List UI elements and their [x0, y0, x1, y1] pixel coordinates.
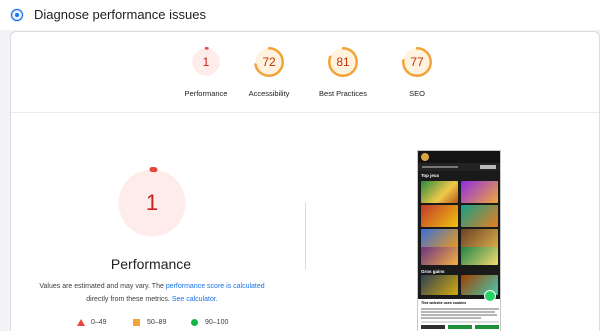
legend-label: 0–49	[91, 319, 107, 326]
gauge-score: 77	[410, 55, 424, 69]
cookie-text-line	[421, 314, 497, 316]
nav-button	[480, 165, 496, 169]
gauge-score: 81	[336, 55, 350, 69]
cookie-text-line	[421, 311, 495, 313]
game-tile	[421, 275, 458, 295]
gauge-seo[interactable]: 77 SEO	[372, 46, 462, 98]
game-tile	[421, 181, 458, 203]
site-header	[418, 151, 500, 163]
game-tile	[461, 247, 498, 265]
cookie-deny-button	[421, 325, 445, 329]
circle-icon	[191, 319, 198, 326]
section-header: Diagnose performance issues	[0, 0, 600, 30]
cookie-text-line	[421, 317, 481, 319]
square-icon	[133, 319, 140, 326]
game-tile	[461, 181, 498, 203]
site-nav	[418, 163, 500, 171]
gauge-label: SEO	[409, 89, 425, 98]
gauge-ring: 81	[327, 46, 359, 78]
nav-links	[422, 166, 458, 168]
gauge-ring: 1	[190, 46, 222, 78]
vertical-divider	[305, 202, 306, 270]
screenshot-heading: Gros gains	[421, 269, 445, 274]
screenshot-heading: Top jeux	[421, 173, 440, 178]
performance-score: 1	[145, 190, 159, 215]
section-title: Diagnose performance issues	[34, 7, 206, 22]
cookie-text-line	[421, 308, 499, 310]
triangle-icon	[77, 319, 85, 326]
section-divider	[11, 112, 599, 113]
score-gauges: 1 Performance 72 Accessibility 81 Best P…	[11, 32, 599, 112]
game-tile	[421, 205, 458, 227]
game-tile	[461, 205, 498, 227]
note-text: directly from these metrics.	[86, 295, 172, 303]
cookie-allow-selection-button	[448, 325, 472, 329]
game-tile	[421, 247, 458, 265]
final-screenshot[interactable]: Top jeux Gros gains This website uses co…	[417, 150, 501, 331]
gauge-score: 72	[262, 55, 276, 69]
site-logo-icon	[421, 153, 429, 161]
legend-label: 50–89	[147, 319, 167, 326]
legend-label: 90–100	[205, 319, 229, 326]
see-calculator-link[interactable]: See calculator.	[172, 296, 218, 303]
chat-icon	[484, 290, 496, 302]
note-text: Values are estimated and may vary. The	[39, 283, 166, 290]
gauge-score: 1	[202, 55, 210, 69]
cookie-title: This website uses cookies	[421, 301, 467, 305]
performance-gauge: 1	[115, 166, 189, 240]
cookie-allow-all-button	[475, 325, 499, 329]
cookie-options-row	[421, 321, 499, 323]
diagnose-icon	[10, 8, 24, 22]
gauge-ring: 72	[253, 46, 285, 78]
score-calculated-link[interactable]: performance score is calculated	[166, 283, 265, 290]
cookie-banner: This website uses cookies	[418, 299, 500, 331]
performance-note: Values are estimated and may vary. The p…	[27, 281, 277, 306]
gauge-ring: 77	[401, 46, 433, 78]
performance-title: Performance	[110, 256, 192, 272]
report-card: 1 Performance 72 Accessibility 81 Best P…	[10, 31, 600, 331]
